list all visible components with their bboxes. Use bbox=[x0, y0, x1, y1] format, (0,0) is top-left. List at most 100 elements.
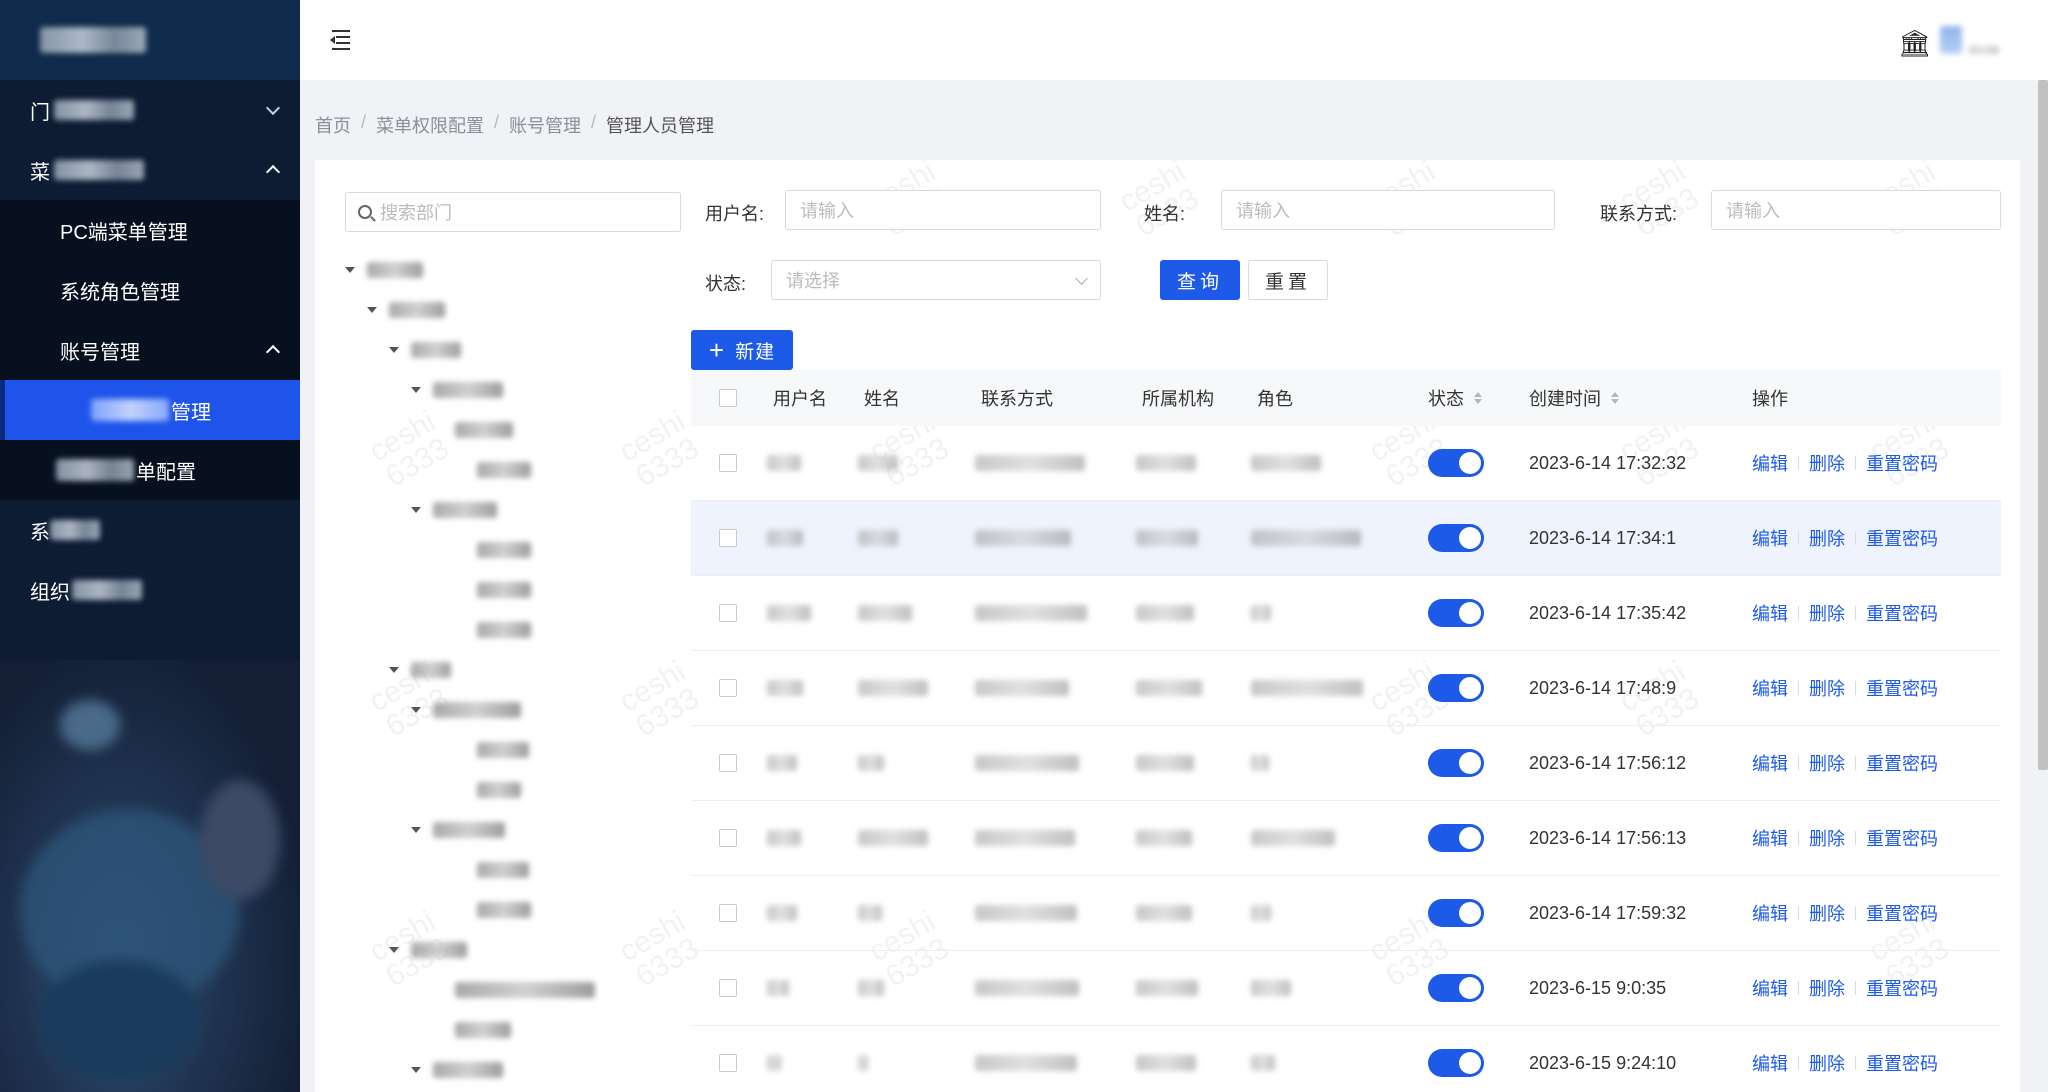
row-checkbox[interactable] bbox=[719, 426, 737, 500]
checkbox[interactable] bbox=[719, 389, 737, 407]
edit-link[interactable]: 编辑 bbox=[1752, 450, 1788, 476]
tree-node[interactable] bbox=[455, 530, 531, 570]
status-toggle[interactable] bbox=[1428, 974, 1484, 1002]
delete-link[interactable]: 删除 bbox=[1809, 525, 1845, 551]
checkbox[interactable] bbox=[719, 754, 737, 772]
status-toggle[interactable] bbox=[1428, 824, 1484, 852]
tree-node[interactable] bbox=[455, 450, 531, 490]
status-select[interactable]: 请选择 bbox=[771, 260, 1101, 300]
tree-node[interactable] bbox=[389, 650, 451, 690]
name-input[interactable]: 请输入 bbox=[1221, 190, 1555, 230]
row-checkbox[interactable] bbox=[719, 651, 737, 725]
sidebar-item-role[interactable]: 系统角色管理 bbox=[0, 260, 300, 320]
reset-password-link[interactable]: 重置密码 bbox=[1866, 525, 1938, 551]
status-toggle[interactable] bbox=[1428, 1049, 1484, 1077]
sort-icon[interactable] bbox=[1611, 392, 1619, 404]
row-checkbox[interactable] bbox=[719, 726, 737, 800]
checkbox[interactable] bbox=[719, 904, 737, 922]
dept-search-input[interactable]: 搜索部门 bbox=[345, 192, 681, 232]
tree-node[interactable] bbox=[433, 410, 513, 450]
reset-password-link[interactable]: 重置密码 bbox=[1866, 825, 1938, 851]
edit-link[interactable]: 编辑 bbox=[1752, 675, 1788, 701]
status-toggle[interactable] bbox=[1428, 449, 1484, 477]
sort-icon[interactable] bbox=[1474, 392, 1482, 404]
delete-link[interactable]: 删除 bbox=[1809, 900, 1845, 926]
row-checkbox[interactable] bbox=[719, 1026, 737, 1092]
tree-node[interactable] bbox=[433, 1010, 511, 1050]
status-toggle[interactable] bbox=[1428, 524, 1484, 552]
reset-password-link[interactable]: 重置密码 bbox=[1866, 900, 1938, 926]
table-row[interactable]: 2023-6-14 17:35:42 编辑 删除 重置密码 bbox=[691, 576, 2001, 651]
edit-link[interactable]: 编辑 bbox=[1752, 825, 1788, 851]
col-status[interactable]: 状态 bbox=[1428, 370, 1482, 426]
delete-link[interactable]: 删除 bbox=[1809, 675, 1845, 701]
table-row[interactable]: 2023-6-15 9:24:10 编辑 删除 重置密码 bbox=[691, 1026, 2001, 1092]
menu-fold-icon[interactable] bbox=[330, 28, 354, 50]
reset-password-link[interactable]: 重置密码 bbox=[1866, 600, 1938, 626]
contact-input[interactable]: 请输入 bbox=[1711, 190, 2001, 230]
reset-password-link[interactable]: 重置密码 bbox=[1866, 750, 1938, 776]
reset-password-link[interactable]: 重置密码 bbox=[1866, 675, 1938, 701]
tree-node[interactable] bbox=[345, 250, 423, 290]
tree-node[interactable] bbox=[411, 490, 497, 530]
checkbox[interactable] bbox=[719, 604, 737, 622]
sidebar-item-config[interactable]: 单配置 bbox=[0, 440, 300, 500]
edit-link[interactable]: 编辑 bbox=[1752, 975, 1788, 1001]
table-row[interactable]: 2023-6-14 17:56:12 编辑 删除 重置密码 bbox=[691, 726, 2001, 801]
row-checkbox[interactable] bbox=[719, 501, 737, 575]
delete-link[interactable]: 删除 bbox=[1809, 975, 1845, 1001]
checkbox[interactable] bbox=[719, 829, 737, 847]
checkbox[interactable] bbox=[719, 679, 737, 697]
reset-password-link[interactable]: 重置密码 bbox=[1866, 1050, 1938, 1076]
new-button[interactable]: + 新建 bbox=[691, 330, 793, 370]
checkbox[interactable] bbox=[719, 454, 737, 472]
row-checkbox[interactable] bbox=[719, 801, 737, 875]
table-row[interactable]: 2023-6-14 17:48:9 编辑 删除 重置密码 bbox=[691, 651, 2001, 726]
breadcrumb-item[interactable]: 首页 bbox=[315, 112, 351, 138]
user-avatar[interactable] bbox=[1940, 26, 2000, 56]
edit-link[interactable]: 编辑 bbox=[1752, 750, 1788, 776]
tree-node[interactable] bbox=[411, 690, 521, 730]
delete-link[interactable]: 删除 bbox=[1809, 1050, 1845, 1076]
tree-node[interactable] bbox=[389, 330, 461, 370]
username-input[interactable]: 请输入 bbox=[785, 190, 1101, 230]
table-row[interactable]: 2023-6-14 17:59:32 编辑 删除 重置密码 bbox=[691, 876, 2001, 951]
col-created[interactable]: 创建时间 bbox=[1529, 370, 1619, 426]
sidebar-item-portal[interactable]: 门 bbox=[0, 80, 300, 140]
tree-node[interactable] bbox=[433, 970, 595, 1010]
status-toggle[interactable] bbox=[1428, 599, 1484, 627]
tree-node[interactable] bbox=[411, 1050, 503, 1090]
row-checkbox[interactable] bbox=[719, 876, 737, 950]
breadcrumb-item[interactable]: 账号管理 bbox=[509, 112, 581, 138]
sidebar-item-admin-manage[interactable]: 管理 bbox=[0, 380, 300, 440]
delete-link[interactable]: 删除 bbox=[1809, 600, 1845, 626]
table-row[interactable]: 2023-6-14 17:56:13 编辑 删除 重置密码 bbox=[691, 801, 2001, 876]
tree-node[interactable] bbox=[455, 770, 521, 810]
table-row[interactable]: 2023-6-14 17:34:1 编辑 删除 重置密码 bbox=[691, 501, 2001, 576]
reset-password-link[interactable]: 重置密码 bbox=[1866, 975, 1938, 1001]
tree-node[interactable] bbox=[455, 850, 529, 890]
select-all-checkbox[interactable] bbox=[719, 370, 737, 426]
sidebar-item-menu-permission[interactable]: 菜 bbox=[0, 140, 300, 200]
tree-node[interactable] bbox=[367, 290, 445, 330]
sidebar-item-pc-menu[interactable]: PC端菜单管理 bbox=[0, 200, 300, 260]
status-toggle[interactable] bbox=[1428, 899, 1484, 927]
tree-node[interactable] bbox=[455, 570, 531, 610]
sidebar-item-account[interactable]: 账号管理 bbox=[0, 320, 300, 380]
page-scrollbar[interactable] bbox=[2038, 80, 2048, 770]
edit-link[interactable]: 编辑 bbox=[1752, 1050, 1788, 1076]
table-row[interactable]: 2023-6-14 17:32:32 编辑 删除 重置密码 bbox=[691, 426, 2001, 501]
delete-link[interactable]: 删除 bbox=[1809, 450, 1845, 476]
tree-node[interactable] bbox=[411, 810, 505, 850]
edit-link[interactable]: 编辑 bbox=[1752, 525, 1788, 551]
checkbox[interactable] bbox=[719, 1054, 737, 1072]
status-toggle[interactable] bbox=[1428, 674, 1484, 702]
row-checkbox[interactable] bbox=[719, 576, 737, 650]
tree-node[interactable] bbox=[389, 930, 467, 970]
sidebar-item-system[interactable]: 系 bbox=[0, 500, 300, 560]
row-checkbox[interactable] bbox=[719, 951, 737, 1025]
query-button[interactable]: 查询 bbox=[1160, 260, 1240, 300]
tree-node[interactable] bbox=[455, 730, 529, 770]
edit-link[interactable]: 编辑 bbox=[1752, 600, 1788, 626]
tree-node[interactable] bbox=[455, 890, 531, 930]
